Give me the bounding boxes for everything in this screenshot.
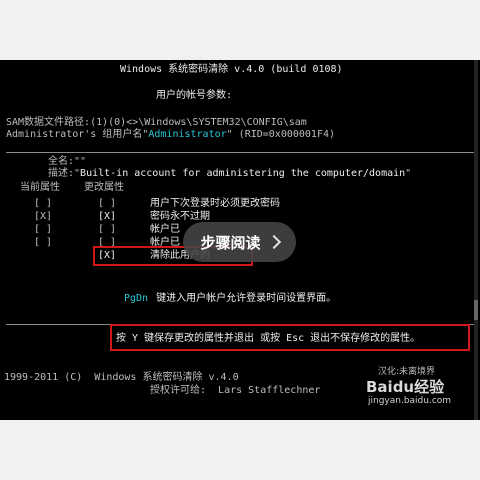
description-value: Built-in account for administering the c… bbox=[80, 168, 406, 179]
watermark-url: jingyan.baidu.com bbox=[368, 396, 452, 406]
group-line: Administrator's 组用户名"Administrator" (RID… bbox=[6, 129, 335, 141]
description-suffix: " bbox=[405, 168, 412, 179]
description-prefix: 描述:" bbox=[48, 168, 81, 179]
changed-attrs-header: 更改属性 bbox=[84, 182, 124, 193]
step-reading-button[interactable]: 步骤阅读 bbox=[183, 222, 296, 262]
top-margin bbox=[0, 0, 480, 60]
row-2-current-checkbox: [X] bbox=[34, 211, 53, 222]
row-4-current-checkbox: [ ] bbox=[34, 237, 53, 248]
console-scrollbar[interactable] bbox=[474, 60, 478, 420]
row-1-label: 用户下次登录时必须更改密码 bbox=[150, 198, 280, 209]
row-1-changed-checkbox[interactable]: [ ] bbox=[98, 198, 116, 210]
row-2-changed-checkbox[interactable]: [X] bbox=[98, 211, 116, 223]
account-params-heading: 用户的帐号参数: bbox=[156, 90, 233, 101]
pgdn-line: PgDn 键进入用户帐户允许登录时间设置界面。 bbox=[124, 293, 336, 305]
baidu-jingyan-watermark: 汉化:未离境界 Baidu经验 jingyan.baidu.com bbox=[366, 367, 478, 416]
watermark-brand: Baidu经验 bbox=[366, 378, 445, 396]
description-line: 描述:"Built-in account for administering t… bbox=[48, 168, 411, 180]
chevron-right-icon bbox=[266, 234, 281, 250]
fullname-line: 全名:"" bbox=[48, 156, 87, 167]
row-3-changed-checkbox[interactable]: [ ] bbox=[98, 224, 116, 236]
rid-value: " (RID=0x000001F4) bbox=[226, 129, 336, 140]
row-3-current-checkbox: [ ] bbox=[34, 224, 53, 235]
divider-top bbox=[6, 152, 474, 153]
copyright-line: 1999-2011 (C) Windows 系统密码清除 v.4.0 bbox=[4, 372, 239, 383]
sam-path-line: SAM数据文件路径:(1)(0)<>\Windows\SYSTEM32\CONF… bbox=[6, 117, 307, 128]
row-3-label: 帐户已 bbox=[150, 224, 180, 235]
pgdn-key: PgDn bbox=[124, 293, 149, 304]
bottom-margin bbox=[0, 420, 480, 480]
current-attrs-header: 当前属性 bbox=[20, 182, 60, 193]
group-prefix: Administrator's 组用户名" bbox=[6, 129, 149, 140]
group-username: Administrator bbox=[148, 129, 227, 140]
console-title: Windows 系统密码清除 v.4.0 (build 0108) bbox=[120, 64, 343, 75]
step-reading-label: 步骤阅读 bbox=[200, 233, 261, 252]
save-exit-highlight-box bbox=[110, 324, 470, 351]
row-1-current-checkbox: [ ] bbox=[34, 198, 53, 209]
pgdn-text: 键进入用户帐户允许登录时间设置界面。 bbox=[156, 293, 337, 304]
license-line: 授权许可给: Lars Stafflechner bbox=[150, 385, 321, 396]
